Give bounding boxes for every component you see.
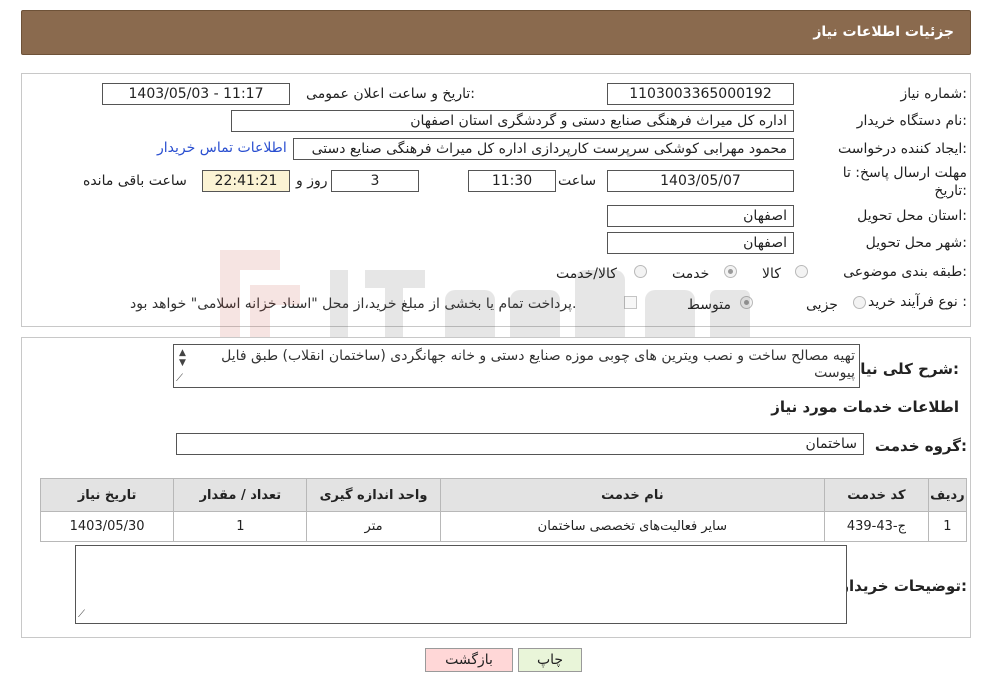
resize-grip-icon[interactable]: ⟋ <box>176 373 183 384</box>
col-quantity: تعداد / مقدار <box>173 478 308 512</box>
city-field[interactable]: اصفهان <box>607 232 794 254</box>
page-title: جزئیات اطلاعات نیاز <box>813 24 954 40</box>
cell-need-date: 1403/05/30 <box>39 511 175 542</box>
services-table-header: تاریخ نیاز تعداد / مقدار واحد اندازه گیر… <box>39 478 968 512</box>
category-radio-goods[interactable] <box>795 265 808 278</box>
cell-service-code: ج-43-439 <box>824 511 929 542</box>
days-field[interactable]: 3 <box>331 170 419 192</box>
buyer-org-label: نام دستگاه خریدار: <box>856 113 967 129</box>
description-textarea[interactable]: تهیه مصالح ساخت و نصب ویترین های چوبی مو… <box>173 344 860 388</box>
print-button[interactable]: چاپ <box>518 648 582 672</box>
description-label: شرح کلی نیاز: <box>851 360 959 378</box>
need-number-label: شماره نیاز: <box>900 86 967 102</box>
services-heading: اطلاعات خدمات مورد نیاز <box>771 398 959 416</box>
buyer-notes-textarea[interactable]: ⟋ <box>75 545 847 624</box>
category-radio-service[interactable] <box>724 265 737 278</box>
cell-row: 1 <box>927 511 968 542</box>
deadline-date-field[interactable]: 1403/05/07 <box>607 170 794 192</box>
treasury-payment-checkbox[interactable] <box>624 296 637 309</box>
cell-unit: متر <box>306 511 441 542</box>
buyer-notes-label: توضیحات خریدار: <box>840 577 967 595</box>
service-group-label: گروه خدمت: <box>874 437 967 455</box>
city-label: شهر محل تحویل: <box>865 235 967 251</box>
treasury-payment-note: پرداخت تمام یا بخشی از مبلغ خرید،از محل … <box>130 296 577 312</box>
scroll-down-icon[interactable]: ▼ <box>179 358 186 368</box>
col-service-name: نام خدمت <box>439 478 826 512</box>
category-label: طبقه بندی موضوعی: <box>843 264 967 280</box>
category-option-service: خدمت <box>672 266 710 282</box>
days-label: روز و <box>296 173 328 189</box>
table-row: 1403/05/30 1 متر سایر فعالیت‌های تخصصی س… <box>39 511 968 542</box>
creator-label: ایجاد کننده درخواست: <box>838 141 967 157</box>
process-radio-medium[interactable] <box>740 296 753 309</box>
cell-quantity: 1 <box>173 511 308 542</box>
col-need-date: تاریخ نیاز <box>39 478 175 512</box>
cell-service-name: سایر فعالیت‌های تخصصی ساختمان <box>439 511 826 542</box>
province-label: استان محل تحویل: <box>857 208 967 224</box>
process-option-minor: جزیی <box>806 297 838 313</box>
category-radio-goods-service[interactable] <box>634 265 647 278</box>
col-unit: واحد اندازه گیری <box>306 478 441 512</box>
deadline-label: مهلت ارسال پاسخ: تا تاریخ: <box>842 165 967 199</box>
remaining-label: ساعت باقی مانده <box>83 173 187 189</box>
buyer-contact-link[interactable]: اطلاعات تماس خریدار <box>157 140 287 156</box>
buyer-notes-text <box>76 546 846 552</box>
scroll-up-icon[interactable]: ▲ <box>179 348 186 358</box>
buyer-org-field[interactable]: اداره کل میراث فرهنگی صنایع دستی و گردشگ… <box>231 110 794 132</box>
col-row: ردیف <box>927 478 968 512</box>
need-number-field[interactable]: 1103003365000192 <box>607 83 794 105</box>
service-group-field[interactable]: ساختمان <box>176 433 864 455</box>
resize-grip-icon[interactable]: ⟋ <box>78 609 85 620</box>
category-option-goods-service: کالا/خدمت <box>556 266 617 282</box>
deadline-time-field[interactable]: 11:30 <box>468 170 556 192</box>
back-button[interactable]: بازگشت <box>425 648 513 672</box>
creator-field[interactable]: محمود مهرابی کوشکی سرپرست کارپردازی ادار… <box>293 138 794 160</box>
process-radio-minor[interactable] <box>853 296 866 309</box>
page-header: جزئیات اطلاعات نیاز <box>21 10 971 55</box>
process-option-medium: متوسط <box>687 297 731 313</box>
announce-datetime-label: تاریخ و ساعت اعلان عمومی: <box>306 86 475 102</box>
remaining-time-field: 22:41:21 <box>202 170 290 192</box>
col-service-code: کد خدمت <box>824 478 929 512</box>
deadline-time-label: ساعت <box>558 173 597 189</box>
category-option-goods: کالا <box>762 266 781 282</box>
description-text: تهیه مصالح ساخت و نصب ویترین های چوبی مو… <box>221 348 855 381</box>
province-field[interactable]: اصفهان <box>607 205 794 227</box>
announce-datetime-field[interactable]: 1403/05/03 - 11:17 <box>102 83 290 105</box>
services-table: تاریخ نیاز تعداد / مقدار واحد اندازه گیر… <box>39 478 968 542</box>
process-label: نوع فرآیند خرید : <box>868 294 967 310</box>
